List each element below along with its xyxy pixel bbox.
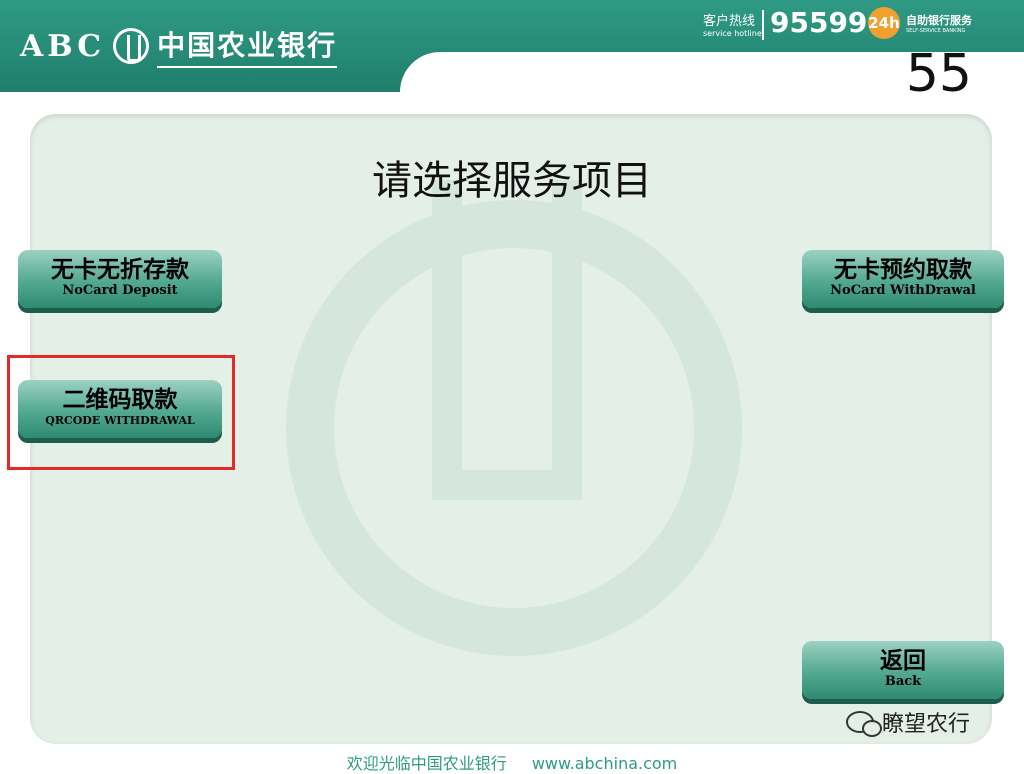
hotline-label: 客户热线: [703, 14, 756, 29]
hotline-divider: [762, 10, 764, 40]
footer-url: www.abchina.com: [531, 754, 678, 773]
hotline-label-block: 客户热线 service hotline: [703, 10, 762, 38]
selfservice-sub: SELF-SERVICE BANKING: [906, 28, 966, 34]
back-label-cn: 返回: [880, 647, 926, 674]
24h-badge-icon: 24h: [868, 7, 900, 39]
footer: 欢迎光临中国农业银行 www.abchina.com: [0, 750, 1024, 774]
abc-watermark-stem-icon: [432, 180, 582, 500]
brand-name: 中国农业银行: [157, 24, 338, 68]
bank-brand: ABC 中国农业银行: [20, 22, 338, 70]
abc-logo-icon: [113, 28, 150, 64]
hotline-number: 95599: [770, 6, 868, 39]
wechat-icon: [846, 711, 882, 737]
nocard-deposit-label-cn: 无卡无折存款: [51, 256, 189, 283]
nocard-deposit-button[interactable]: 无卡无折存款 NoCard Deposit: [18, 250, 222, 308]
countdown-timer: 55: [905, 44, 972, 104]
back-button[interactable]: 返回 Back: [802, 641, 1004, 699]
footer-welcome: 欢迎光临中国农业银行: [346, 754, 507, 773]
nocard-deposit-label-en: NoCard Deposit: [62, 283, 178, 298]
wechat-watermark: 瞭望农行: [846, 706, 970, 738]
nocard-withdrawal-label-en: NoCard WithDrawal: [830, 283, 976, 298]
wechat-watermark-label: 瞭望农行: [882, 712, 971, 737]
nocard-withdrawal-label-cn: 无卡预约取款: [834, 256, 972, 283]
highlight-box: [7, 355, 235, 470]
hotline-sub: service hotline: [703, 29, 762, 38]
back-label-en: Back: [884, 674, 922, 689]
selfservice-label-block: 自助银行服务 SELF-SERVICE BANKING: [906, 12, 972, 34]
selfservice-label: 自助银行服务: [906, 14, 972, 27]
page-title: 请选择服务项目: [372, 158, 652, 204]
brand-latin: ABC: [20, 28, 106, 64]
nocard-withdrawal-button[interactable]: 无卡预约取款 NoCard WithDrawal: [802, 250, 1004, 308]
